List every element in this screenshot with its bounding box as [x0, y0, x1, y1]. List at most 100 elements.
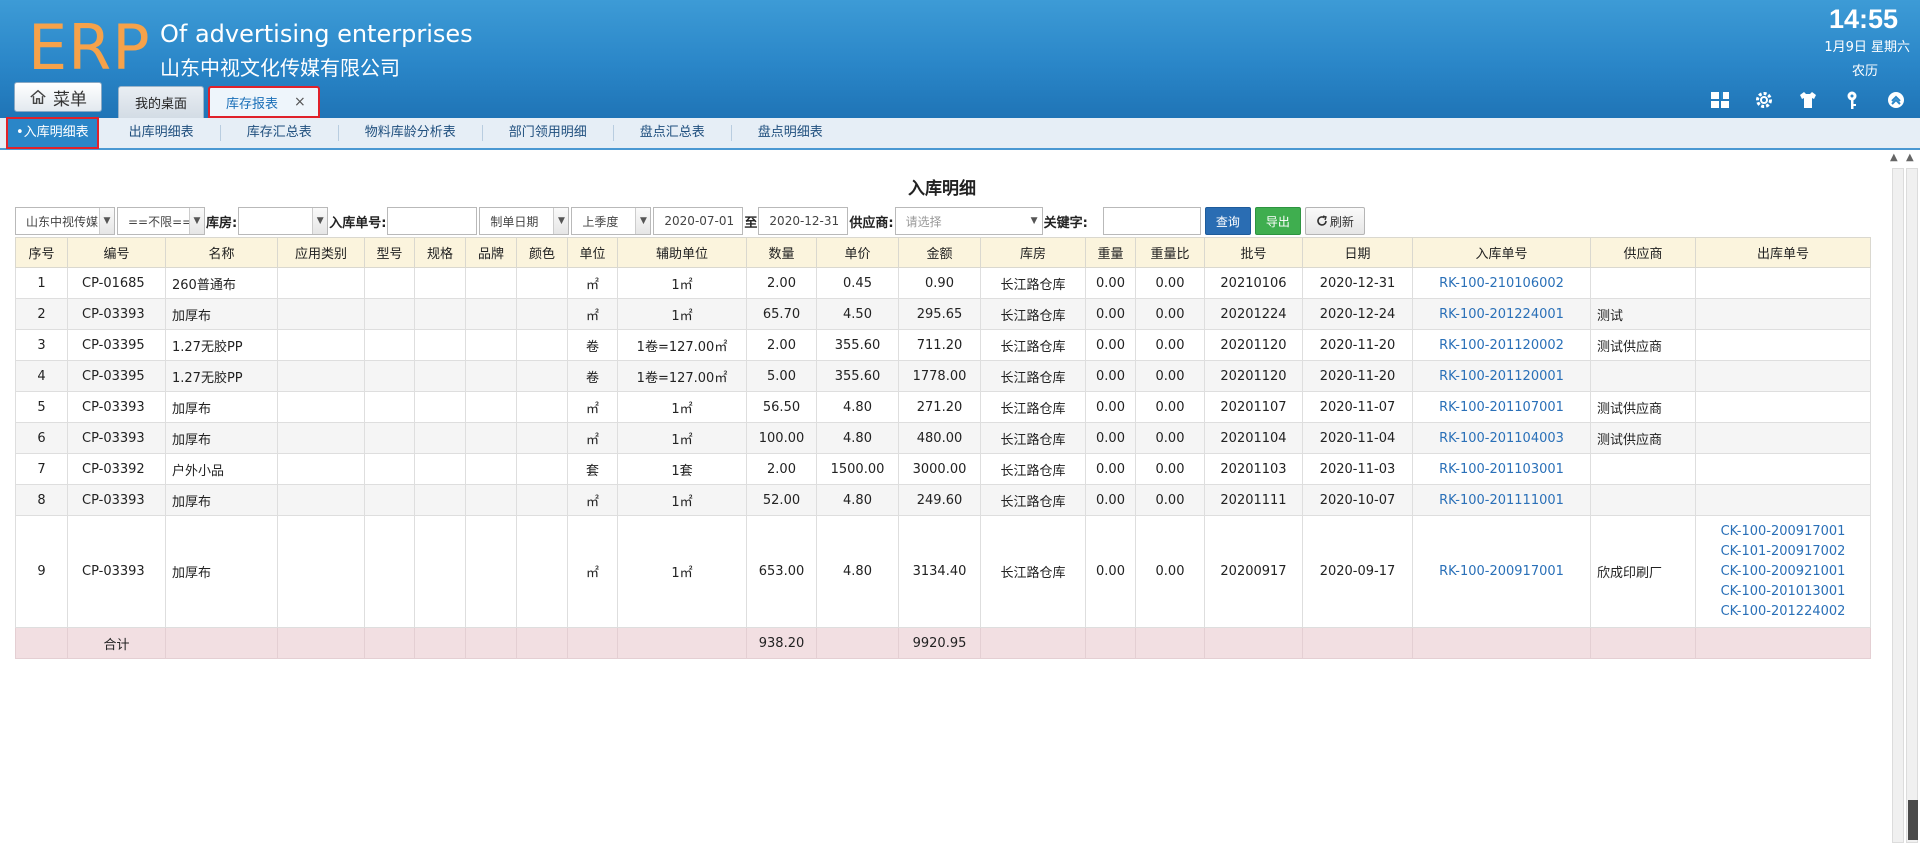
- outbound-order-link[interactable]: CK-100-200917001: [1697, 522, 1870, 542]
- column-header[interactable]: 库房: [980, 237, 1086, 268]
- collapse-up-icon[interactable]: [1886, 90, 1906, 110]
- specification: [414, 360, 466, 392]
- column-header[interactable]: 入库单号: [1412, 237, 1591, 268]
- scroll-track[interactable]: [1892, 168, 1904, 843]
- query-button[interactable]: 查询: [1204, 207, 1251, 235]
- table-row[interactable]: 2 CP-03393 加厚布㎡ 1㎡ 65.70 4.50 295.65 长江路仓库 0.00 0…: [15, 298, 1871, 330]
- column-header[interactable]: 编号: [67, 237, 166, 268]
- inbound-order-link[interactable]: RK-100-201224001: [1412, 298, 1591, 330]
- specification: [414, 453, 466, 485]
- column-header[interactable]: 金额: [898, 237, 981, 268]
- workspace-tabs: 我的桌面 库存报表 ×: [118, 84, 320, 118]
- date: 2020-12-24: [1302, 298, 1413, 330]
- column-header[interactable]: 名称: [165, 237, 278, 268]
- column-header[interactable]: 重量: [1085, 237, 1136, 268]
- total-cell: [1135, 627, 1205, 659]
- inbound-order-link[interactable]: RK-100-201111001: [1412, 484, 1591, 516]
- column-header[interactable]: 批号: [1204, 237, 1303, 268]
- column-header[interactable]: 颜色: [516, 237, 568, 268]
- column-header[interactable]: 序号: [15, 237, 68, 268]
- table-row[interactable]: 9 CP-03393 加厚布㎡ 1㎡ 653.00 4.80 3134.40 长江路仓库 0.0…: [15, 515, 1871, 628]
- gear-icon[interactable]: [1754, 90, 1774, 110]
- table-row[interactable]: 3 CP-03395 1.27无胶PP 卷 1卷=127.00㎡ 2.00 355.60 71…: [15, 329, 1871, 361]
- table-row[interactable]: 7 CP-03392 户外小品套 1套 2.00 1500.00 3000.00 长江路仓库 0…: [15, 453, 1871, 485]
- inbound-order-link[interactable]: RK-100-200917001: [1412, 515, 1591, 628]
- scroll-up-icon[interactable]: ▲: [1906, 152, 1914, 163]
- subnav-inbound-detail[interactable]: •入库明细表: [6, 117, 99, 149]
- refresh-button[interactable]: 刷新: [1304, 207, 1365, 235]
- column-header[interactable]: 规格: [414, 237, 466, 268]
- vertical-scrollbar[interactable]: ▲ ▲: [1884, 150, 1920, 849]
- subnav-inventory-summary[interactable]: 库存汇总表: [221, 125, 339, 141]
- inbound-order-link[interactable]: RK-100-201103001: [1412, 453, 1591, 485]
- inbound-order-link[interactable]: RK-100-201104003: [1412, 422, 1591, 454]
- weight-ratio: 0.00: [1135, 391, 1205, 423]
- supplier-select[interactable]: 请选择 ▼: [894, 207, 1043, 235]
- subnav-outbound-detail[interactable]: 出库明细表: [103, 125, 221, 141]
- table-row[interactable]: 6 CP-03393 加厚布㎡ 1㎡ 100.00 4.80 480.00 长江路仓库 0.00…: [15, 422, 1871, 454]
- subnav-stocktake-detail[interactable]: 盘点明细表: [732, 125, 849, 141]
- outbound-order-link[interactable]: CK-101-200917002: [1697, 542, 1870, 562]
- outbound-order-link[interactable]: CK-100-201224002: [1697, 602, 1870, 622]
- table-row[interactable]: 8 CP-03393 加厚布㎡ 1㎡ 52.00 4.80 249.60 长江路仓库 0.00 0…: [15, 484, 1871, 516]
- unit-price: 0.45: [816, 267, 899, 299]
- date-from-input[interactable]: 2020-07-01: [653, 207, 744, 235]
- company-select[interactable]: 山东中视传媒 ▼: [15, 207, 115, 235]
- subnav-material-age-analysis[interactable]: 物料库龄分析表: [339, 125, 483, 141]
- scope-select[interactable]: ==不限== ▼: [117, 207, 205, 235]
- date-type-select[interactable]: 制单日期 ▼: [479, 207, 570, 235]
- table-row[interactable]: 4 CP-03395 1.27无胶PP 卷 1卷=127.00㎡ 5.00 355.60 17…: [15, 360, 1871, 392]
- column-header[interactable]: 型号: [364, 237, 415, 268]
- column-header[interactable]: 日期: [1302, 237, 1413, 268]
- model: [364, 298, 415, 330]
- unit-price: 4.80: [816, 484, 899, 516]
- unit: ㎡: [567, 422, 618, 454]
- inbound-order-link[interactable]: RK-100-201120002: [1412, 329, 1591, 361]
- column-header[interactable]: 单价: [816, 237, 899, 268]
- column-header[interactable]: 应用类别: [277, 237, 365, 268]
- warehouse-select[interactable]: ▼: [238, 207, 329, 235]
- period-select[interactable]: 上季度 ▼: [571, 207, 652, 235]
- scroll-track[interactable]: [1906, 168, 1918, 843]
- close-tab-icon[interactable]: ×: [294, 94, 306, 110]
- scroll-up-icon[interactable]: ▲: [1890, 152, 1898, 163]
- item-name: 1.27无胶PP: [165, 360, 278, 392]
- export-button[interactable]: 导出: [1254, 207, 1301, 235]
- color: [516, 453, 568, 485]
- inbound-order-link[interactable]: RK-100-201120001: [1412, 360, 1591, 392]
- brand: [465, 360, 517, 392]
- subnav-stocktake-summary[interactable]: 盘点汇总表: [614, 125, 732, 141]
- subnav-department-usage[interactable]: 部门领用明细: [483, 125, 614, 141]
- main-menu-button[interactable]: 菜单: [14, 82, 102, 112]
- tab-my-desktop[interactable]: 我的桌面: [118, 86, 205, 118]
- layout-grid-icon[interactable]: [1710, 90, 1730, 110]
- application-category: [277, 484, 365, 516]
- inbound-order-link[interactable]: RK-100-201107001: [1412, 391, 1591, 423]
- column-header[interactable]: 重量比: [1135, 237, 1205, 268]
- auxiliary-unit: 1㎡: [617, 484, 747, 516]
- keyword-input[interactable]: [1102, 207, 1201, 235]
- table-row[interactable]: 5 CP-03393 加厚布㎡ 1㎡ 56.50 4.80 271.20 长江路仓库 0.00 0…: [15, 391, 1871, 423]
- column-header[interactable]: 单位: [567, 237, 618, 268]
- amount: 0.90: [898, 267, 981, 299]
- column-header[interactable]: 品牌: [465, 237, 517, 268]
- outbound-order-link[interactable]: CK-100-201013001: [1697, 582, 1870, 602]
- lunar-calendar-link[interactable]: 农历: [1852, 60, 1878, 79]
- key-icon[interactable]: [1842, 90, 1862, 110]
- date-to-input[interactable]: 2020-12-31: [758, 207, 849, 235]
- tab-inventory-report[interactable]: 库存报表 ×: [208, 86, 320, 118]
- column-header[interactable]: 供应商: [1590, 237, 1696, 268]
- scroll-thumb[interactable]: [1908, 800, 1918, 840]
- shirt-icon[interactable]: [1798, 90, 1818, 110]
- column-header[interactable]: 数量: [746, 237, 817, 268]
- company-name-cn: 山东中视文化传媒有限公司: [160, 56, 400, 80]
- column-header[interactable]: 辅助单位: [617, 237, 747, 268]
- inbound-order-link[interactable]: RK-100-210106002: [1412, 267, 1591, 299]
- weight-ratio: 0.00: [1135, 422, 1205, 454]
- outbound-order-link[interactable]: CK-100-200921001: [1697, 562, 1870, 582]
- table-row[interactable]: 1 CP-01685 260普通布㎡ 1㎡ 2.00 0.45 0.90 长江路仓库 0.00 0…: [15, 267, 1871, 299]
- specification: [414, 484, 466, 516]
- weight: 0.00: [1085, 422, 1136, 454]
- order-number-input[interactable]: [387, 207, 478, 235]
- column-header[interactable]: 出库单号: [1695, 237, 1871, 268]
